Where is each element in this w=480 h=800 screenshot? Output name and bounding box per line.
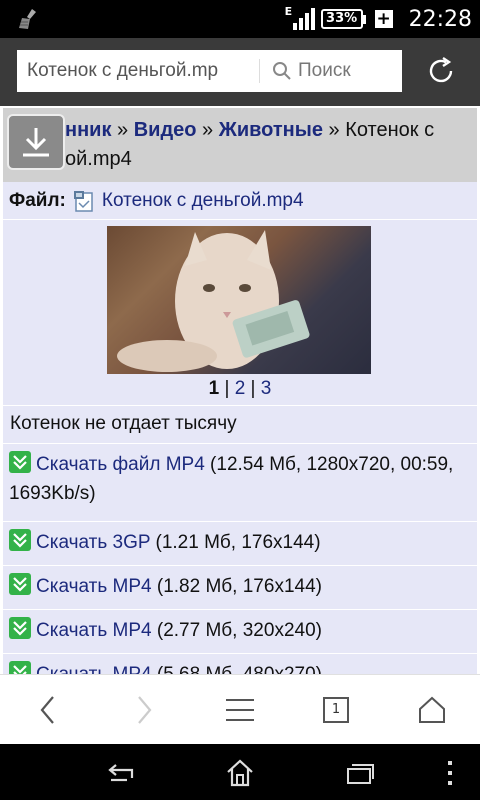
tabs-button[interactable]: 1 [316, 692, 356, 728]
download-info: (5.68 Мб, 480x270) [152, 664, 322, 674]
description: Котенок не отдает тысячу [3, 406, 477, 444]
overflow-button[interactable] [432, 756, 468, 790]
back-icon [40, 696, 54, 724]
download-icon [23, 128, 49, 157]
back-button[interactable] [28, 692, 68, 728]
breadcrumb-link-animals[interactable]: Животные [219, 119, 323, 141]
home-button[interactable] [412, 692, 452, 728]
system-home-icon [227, 759, 253, 787]
breadcrumb-current: Котенок с [345, 119, 435, 141]
download-arrow-icon [9, 573, 31, 595]
page-sep: | [245, 378, 261, 399]
download-link[interactable]: Скачать MP4 [36, 576, 152, 597]
system-nav-bar [0, 744, 480, 800]
tab-count: 1 [331, 702, 341, 717]
download-link[interactable]: Скачать файл MP4 [36, 454, 205, 475]
recent-apps-icon [347, 764, 374, 784]
search-icon [273, 62, 291, 80]
page-link-3[interactable]: 3 [261, 378, 272, 399]
web-page: нник » Видео » Животные » Котенок с ой.m… [0, 106, 480, 674]
download-row: Скачать файл MP4 (12.54 Мб, 1280x720, 00… [3, 444, 477, 522]
video-thumbnail[interactable] [107, 226, 371, 374]
menu-button[interactable] [220, 692, 260, 728]
search-field[interactable]: Поиск [262, 60, 351, 82]
forward-button[interactable] [124, 692, 164, 728]
download-arrow-icon [9, 451, 31, 473]
download-row: Скачать MP4 (5.68 Мб, 480x270) [3, 654, 477, 674]
file-name-link[interactable]: Котенок с деньгой.mp4 [102, 190, 304, 212]
refresh-icon [429, 57, 453, 83]
download-info: (1.82 Мб, 176x144) [151, 576, 322, 597]
clock: 22:28 [408, 6, 472, 32]
browser-bottom-bar: 1 [0, 674, 480, 744]
download-row: Скачать MP4 (2.77 Мб, 320x240) [3, 610, 477, 654]
home-icon [419, 696, 445, 723]
browser-toolbar: Котенок с деньгой.mp Поиск [0, 38, 480, 106]
breadcrumb-link-video[interactable]: Видео [134, 119, 197, 141]
download-fab[interactable] [7, 114, 65, 170]
download-link[interactable]: Скачать MP4 [36, 620, 152, 641]
tabs-icon: 1 [323, 697, 349, 723]
breadcrumb-current-cont: ой.mp4 [65, 148, 132, 170]
page-sep: | [219, 378, 235, 399]
breadcrumb-separator: » [322, 119, 346, 141]
menu-icon [226, 699, 254, 721]
download-row: Скачать 3GP (1.21 Мб, 176x144) [3, 522, 477, 566]
download-link[interactable]: Скачать 3GP [36, 532, 150, 553]
charging-icon: + [374, 9, 393, 29]
refresh-button[interactable] [424, 54, 458, 88]
breadcrumb-link-section[interactable]: нник [65, 119, 111, 141]
battery-level: 33% [320, 9, 363, 29]
download-arrow-icon [9, 529, 31, 551]
pagination: 1 | 2 | 3 [3, 378, 477, 400]
system-back-button[interactable] [100, 756, 140, 790]
download-arrow-icon [9, 661, 31, 674]
recent-apps-button[interactable] [340, 756, 380, 790]
page-link-2[interactable]: 2 [235, 378, 246, 399]
download-link[interactable]: Скачать MP4 [36, 664, 152, 674]
page-current: 1 [208, 378, 220, 399]
broom-icon [16, 6, 42, 36]
search-placeholder: Поиск [298, 60, 351, 81]
address-bar[interactable]: Котенок с деньгой.mp Поиск [17, 50, 402, 92]
breadcrumb-separator: » [111, 119, 134, 141]
breadcrumb-separator: » [196, 119, 219, 141]
status-bar: E 33% + 22:28 [0, 0, 480, 38]
battery-icon: 33% [320, 9, 366, 29]
download-arrow-icon [9, 617, 31, 639]
forward-icon [138, 696, 152, 724]
file-row: Файл: Котенок с деньгой.mp4 [3, 182, 477, 220]
file-label: Файл: [9, 189, 66, 211]
download-row: Скачать MP4 (1.82 Мб, 176x144) [3, 566, 477, 610]
breadcrumb: нник » Видео » Животные » Котенок с ой.m… [3, 108, 477, 182]
video-file-icon [73, 190, 93, 212]
signal-icon: E [285, 5, 315, 32]
url-text[interactable]: Котенок с деньгой.mp [17, 60, 257, 82]
preview-block: 1 | 2 | 3 [3, 220, 477, 406]
overflow-icon [448, 761, 452, 785]
system-back-icon [108, 764, 134, 782]
download-info: (1.21 Мб, 176x144) [150, 532, 321, 553]
system-home-button[interactable] [220, 756, 260, 790]
download-info: (2.77 Мб, 320x240) [151, 620, 322, 641]
